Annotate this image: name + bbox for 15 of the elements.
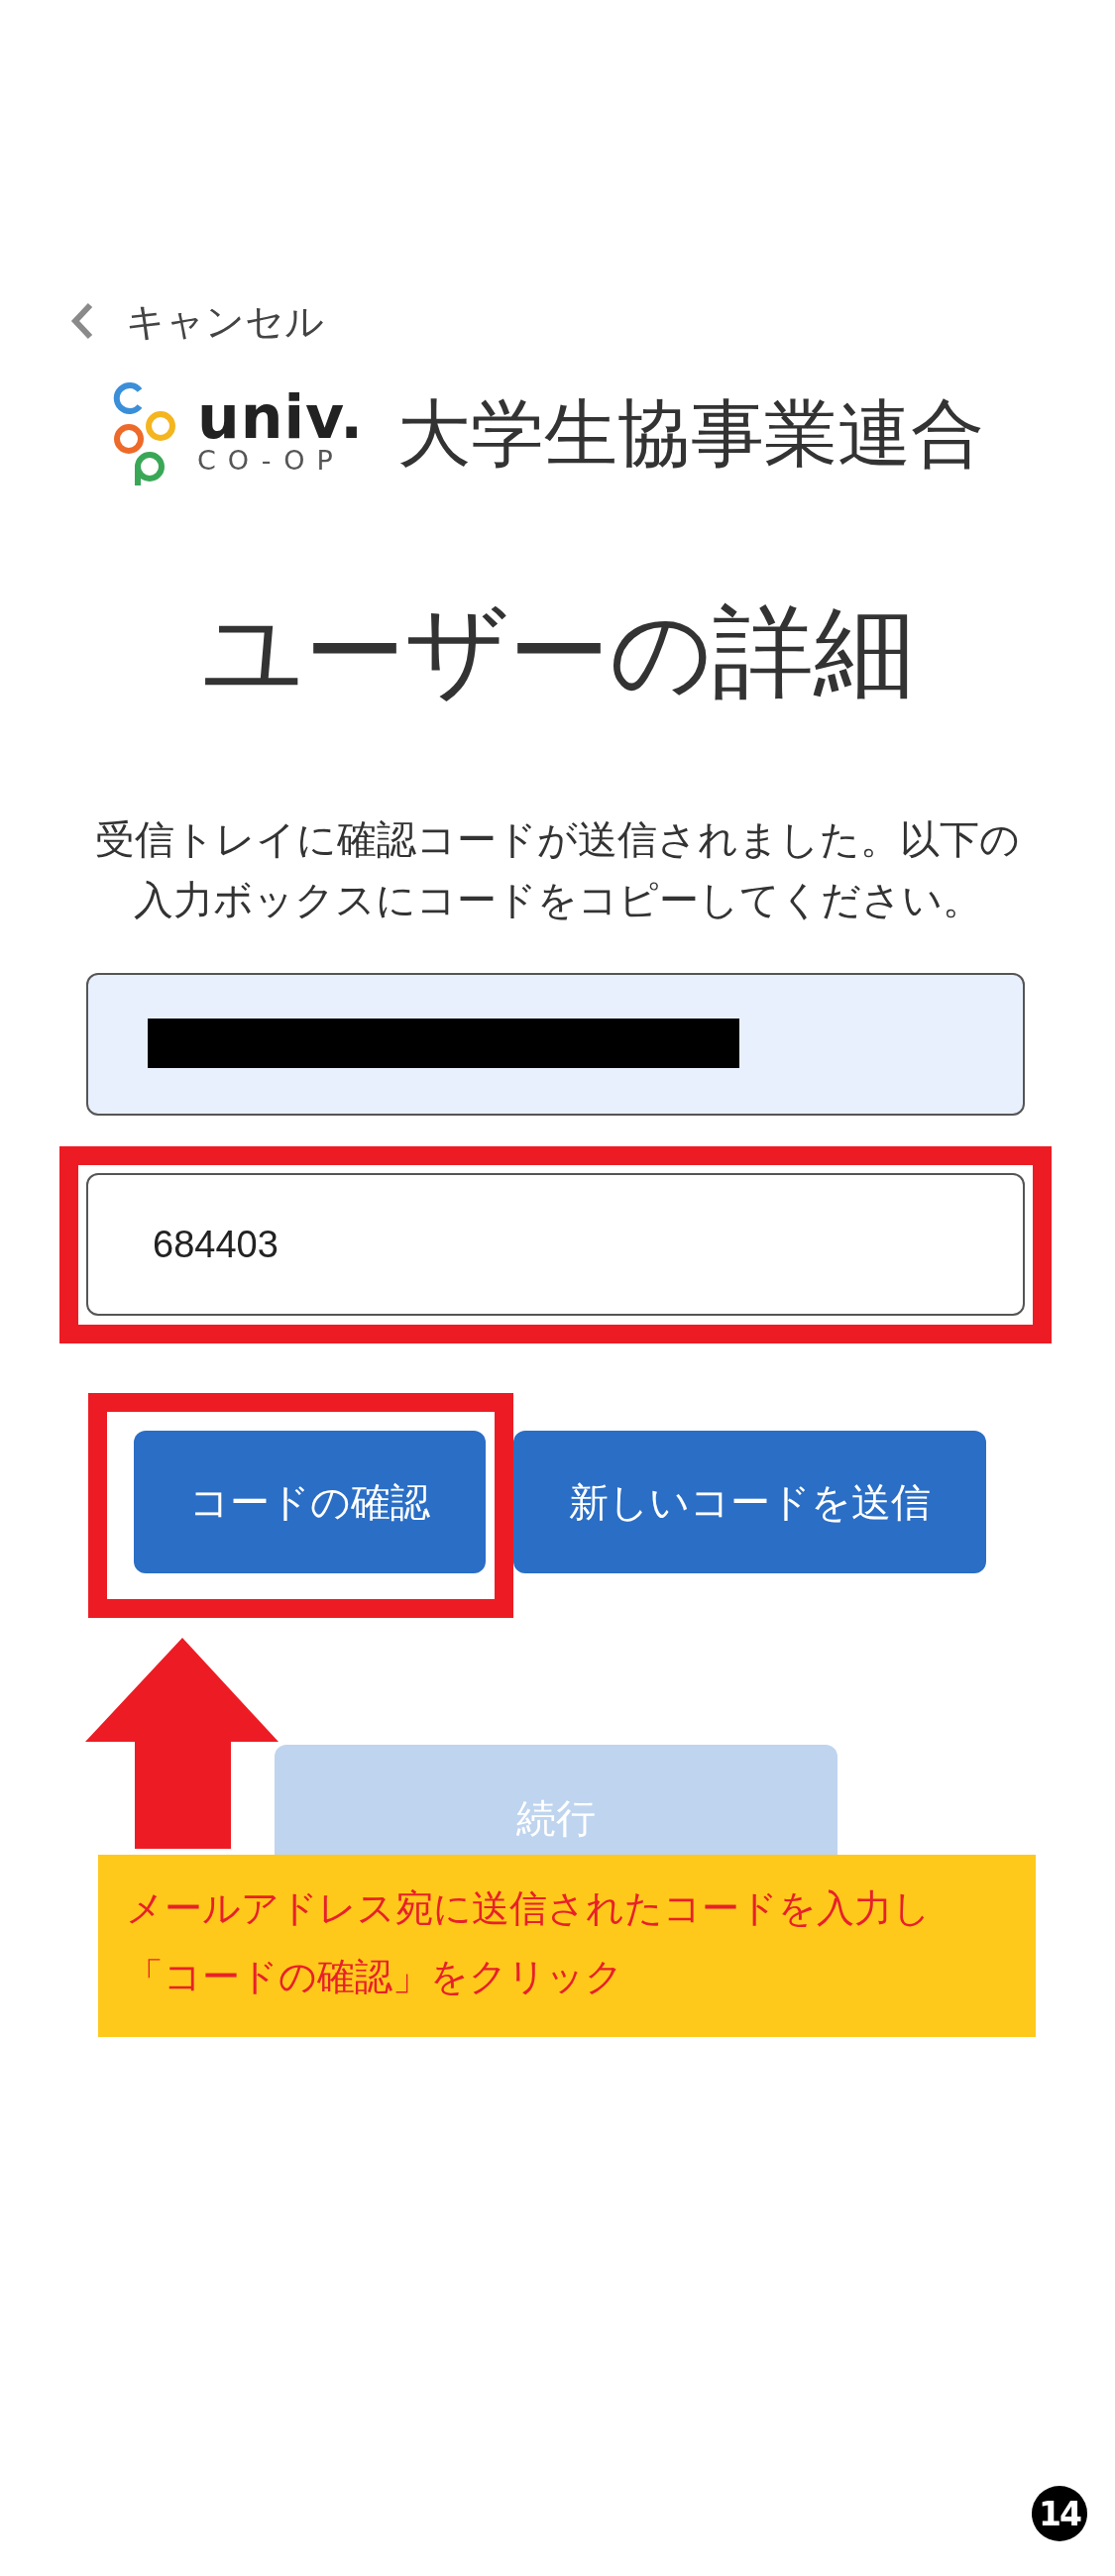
page-number: 14 bbox=[1032, 2486, 1087, 2541]
chevron-left-icon bbox=[69, 301, 95, 341]
circles-logo-icon bbox=[112, 381, 177, 486]
resend-code-button[interactable]: 新しいコードを送信 bbox=[513, 1431, 986, 1573]
cancel-link[interactable]: キャンセル bbox=[69, 297, 324, 345]
page-title: ユーザーの詳細 bbox=[200, 591, 915, 712]
callout-text: メールアドレス宛に送信されたコードを入力し bbox=[126, 1885, 931, 1932]
logo-subtext: CO-OP bbox=[197, 446, 345, 476]
verify-code-button[interactable]: コードの確認 bbox=[134, 1431, 486, 1573]
instruction-text: 受信トレイに確認コードが送信されました。以下の入力ボックスにコードをコピーしてください。 bbox=[94, 815, 1021, 924]
organization-name: 大学生協事業連合 bbox=[397, 393, 984, 475]
callout-text: 「コードの確認」をクリック bbox=[126, 1954, 623, 2000]
logo-wordmark: univ. bbox=[197, 392, 364, 442]
email-field[interactable] bbox=[86, 973, 1025, 1116]
code-input-field[interactable]: 684403 bbox=[86, 1173, 1025, 1316]
